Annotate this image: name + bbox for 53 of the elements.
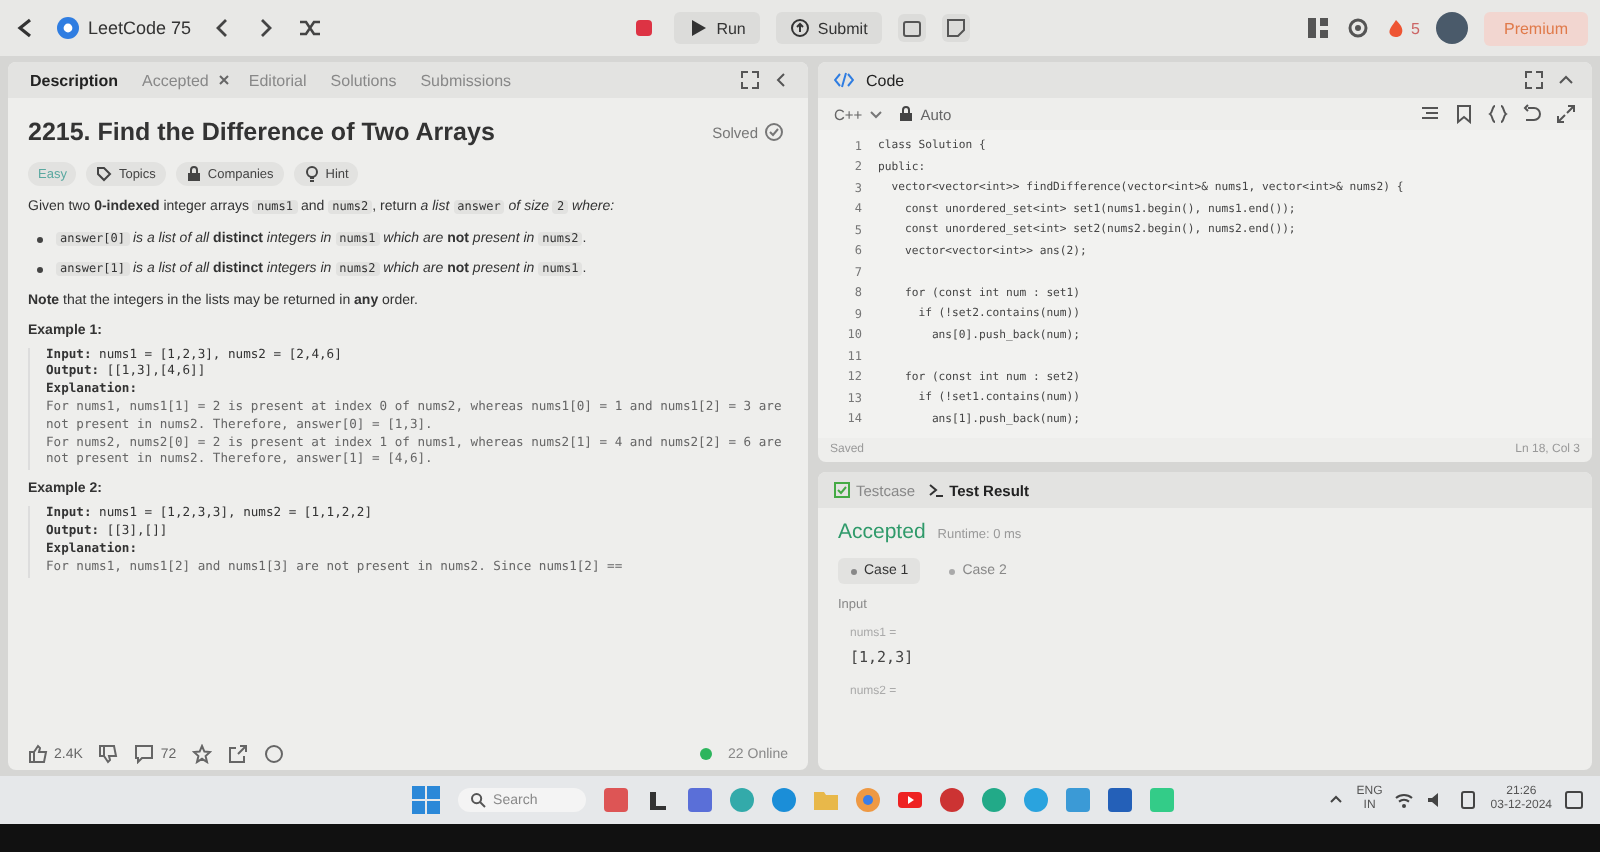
settings-icon[interactable] [1345,16,1370,40]
submit-button[interactable]: Submit [775,12,882,44]
thumbs-down-icon[interactable] [98,744,119,764]
braces-icon[interactable] [1488,104,1508,124]
avatar-icon[interactable] [1435,12,1468,44]
comment-icon[interactable] [134,744,155,764]
close-icon[interactable] [218,74,231,86]
streak-count: 5 [1411,19,1420,37]
check-circle-icon [764,122,784,142]
bookmark-icon[interactable] [1454,104,1474,124]
star-icon[interactable] [192,744,213,764]
tag-icon [96,166,113,182]
lightbulb-icon [303,166,320,182]
code-editor[interactable] [818,130,1592,438]
terminal-icon [927,482,944,498]
study-plan-button[interactable]: LeetCode 75 [56,16,192,40]
app-icon[interactable] [1107,788,1132,812]
play-icon [688,18,709,38]
chevron-up-icon[interactable] [1328,792,1345,808]
share-icon[interactable] [228,744,249,764]
note-icon[interactable] [941,14,970,42]
verdict-text: Accepted [838,520,926,544]
panel-title: Code [866,71,905,89]
dot-icon [948,567,957,575]
lock-icon [185,166,202,182]
search-icon [469,792,486,808]
code-icon [834,70,854,90]
bullet-icon [36,265,44,274]
dot-icon [850,567,858,575]
cloud-upload-icon [789,18,810,38]
online-dot-icon [700,748,713,760]
play-icon[interactable] [897,788,922,812]
fire-icon[interactable] [1385,18,1406,38]
wifi-icon[interactable] [1394,790,1415,810]
maximize-icon[interactable] [740,70,760,90]
windows-start-icon[interactable] [411,786,440,814]
battery-icon[interactable] [1458,790,1479,810]
problem-title: 2215. Find the Difference of Two Arrays [28,118,495,146]
reset-icon[interactable] [1522,104,1542,124]
notification-icon[interactable] [1564,790,1584,810]
run-button[interactable]: Run [674,12,760,44]
bullet-icon [36,235,44,244]
chevron-down-icon [868,106,885,122]
thumbs-up-icon[interactable] [28,744,48,764]
logo-icon [56,16,80,40]
lock-icon [898,106,915,122]
layout-icon[interactable] [1305,16,1330,40]
app-icon[interactable] [645,788,670,812]
checkbox-icon [834,482,850,498]
format-icon[interactable] [1420,104,1440,124]
expand-icon[interactable] [1556,104,1576,124]
maximize-icon[interactable] [1524,70,1544,90]
panel-tab[interactable]: Description [24,71,125,89]
